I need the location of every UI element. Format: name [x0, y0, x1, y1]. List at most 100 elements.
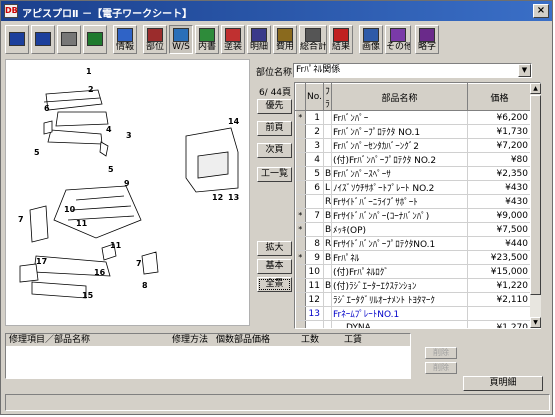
diagram-label-10: 10	[64, 205, 76, 214]
table-row[interactable]: 2 Frﾊﾞﾝﾊﾟｰﾌﾟﾛﾃｸﾀ NO.1 ¥1,730	[295, 124, 540, 139]
table-row[interactable]: R Frｻｲﾄﾞﾊﾞｰﾆﾗｲﾌﾞｻﾎﾟｰﾄ ¥430	[295, 194, 540, 209]
next-page-button[interactable]: 次頁	[257, 143, 292, 158]
diagram-label-7a: 7	[18, 215, 24, 224]
abbreviation-button[interactable]: 略字	[415, 25, 439, 54]
exit-door-icon	[87, 32, 103, 46]
worksheet-button[interactable]: W/S	[169, 25, 193, 54]
row-mark	[295, 264, 306, 279]
table-row[interactable]: 10 (付)Frﾊﾟﾈﾙﾛｸﾞ ¥15,000	[295, 264, 540, 279]
diagram-label-6: 6	[44, 104, 50, 113]
row-part-name: ﾉｲｽﾞｿｳﾁｻﾎﾟｰﾄﾌﾟﾚｰﾄ NO.2	[331, 180, 468, 195]
scroll-thumb[interactable]	[530, 95, 541, 295]
table-row[interactable]: 6 L ﾉｲｽﾞｿｳﾁｻﾎﾟｰﾄﾌﾟﾚｰﾄ NO.2 ¥430	[295, 180, 540, 195]
diagram-label-3: 3	[126, 131, 132, 140]
table-row[interactable]: 12 ﾗｼﾞｴｰﾀｸﾞﾘﾙｵｰﾅﾒﾝﾄ ﾄﾖﾀﾏｰｸ ¥2,110	[295, 292, 540, 307]
delete-all-button[interactable]: 削除	[425, 362, 457, 374]
row-mark: *	[295, 110, 306, 125]
scroll-up-icon[interactable]: ▲	[530, 83, 541, 94]
parts-diagram[interactable]: 1 2 3 4 5 5 6 7 7 8 9 10 11 11 12 13 14 …	[5, 59, 250, 326]
parts-table: No. ﾌﾗ 部品名称 価格 * 1 Frﾊﾞﾝﾊﾟｰ ¥6,200 2 Frﾊﾞﾝﾊﾟｰ…	[295, 83, 540, 328]
result-icon	[333, 28, 349, 42]
row-number	[305, 194, 324, 209]
work-list-button[interactable]: 工一覧	[257, 167, 292, 182]
zoom-base-button[interactable]: 基本	[257, 259, 292, 274]
chevron-down-icon[interactable]: ▼	[518, 64, 531, 77]
window-title: アピスプロⅡ －【電子ワークシート】	[22, 9, 193, 20]
table-row[interactable]: 3 Frﾊﾞﾝﾊﾟｰｾﾝﾀｶﾊﾞｰﾝｸﾞ2 ¥7,200	[295, 138, 540, 153]
no-column-header[interactable]: No.	[305, 83, 324, 111]
scroll-down-icon[interactable]: ▼	[530, 317, 541, 328]
row-number: 9	[305, 250, 324, 265]
zoom-in-button[interactable]: 拡大	[257, 241, 292, 256]
parts-select[interactable]: Frﾊﾟﾈﾙ関係 ▼	[293, 63, 532, 78]
row-price	[467, 306, 532, 321]
result-button[interactable]: 結果	[329, 25, 353, 54]
exit-button[interactable]	[83, 25, 107, 54]
table-row[interactable]: DYNA ¥1,270	[295, 320, 540, 328]
delete-button[interactable]: 削除	[425, 347, 457, 359]
table-row[interactable]: 5 B Frﾊﾞﾝﾊﾟｰｽﾍﾟｰｻ ¥2,350	[295, 166, 540, 181]
row-part-name: (付)ﾗｼﾞｴｰﾀｰｴｸｽﾃﾝｼｮﾝ	[331, 278, 468, 293]
row-part-name: DYNA	[331, 320, 468, 328]
table-row[interactable]: * B ﾒｯｷ(OP) ¥7,500	[295, 222, 540, 237]
total-icon	[305, 28, 321, 42]
row-flag	[323, 138, 332, 153]
bumper-spacer-part	[43, 120, 53, 135]
row-price: ¥6,200	[467, 110, 532, 125]
title-bar: DB アピスプロⅡ －【電子ワークシート】 ×	[1, 1, 552, 21]
statement-button[interactable]: 明細	[247, 25, 271, 54]
table-row[interactable]: 8 R FrｻｲﾄﾞﾊﾞﾝﾊﾟｰﾌﾟﾛﾃｸﾀNO.1 ¥440	[295, 236, 540, 251]
paint-button[interactable]: 塗装	[221, 25, 245, 54]
save-as-button[interactable]	[31, 25, 55, 54]
table-row[interactable]: * 1 Frﾊﾞﾝﾊﾟｰ ¥6,200	[295, 110, 540, 125]
parts-grid[interactable]: No. ﾌﾗ 部品名称 価格 * 1 Frﾊﾞﾝﾊﾟｰ ¥6,200 2 Frﾊﾞﾝﾊﾟｰ…	[294, 82, 541, 329]
table-row[interactable]: 11 B (付)ﾗｼﾞｴｰﾀｰｴｸｽﾃﾝｼｮﾝ ¥1,220	[295, 278, 540, 293]
diagram-label-7b: 7	[136, 259, 142, 268]
table-row[interactable]: * 9 B Frﾊﾟﾈﾙ ¥23,500	[295, 250, 540, 265]
row-number: 6	[305, 180, 324, 195]
info-button[interactable]: 情報	[113, 25, 137, 54]
col-repair-item: 修理項目／部品名称	[9, 335, 91, 345]
save-button[interactable]	[5, 25, 29, 54]
close-button[interactable]: ×	[533, 4, 549, 18]
prev-page-button[interactable]: 前頁	[257, 121, 292, 136]
row-number: 4	[305, 152, 324, 167]
row-price: ¥2,110	[467, 292, 532, 307]
image-icon	[363, 28, 379, 42]
row-flag	[323, 110, 332, 125]
zoom-full-button[interactable]: 全景	[257, 277, 292, 292]
other-button[interactable]: その他	[385, 25, 411, 54]
row-flag	[323, 292, 332, 307]
table-row[interactable]: 13 FrﾈｰﾑﾌﾟﾚｰﾄNO.1	[295, 306, 540, 321]
row-number: 1	[305, 110, 324, 125]
print-button[interactable]	[57, 25, 81, 54]
row-mark	[295, 180, 306, 195]
repair-items-panel[interactable]: 修理項目／部品名称 修理方法 個数 部品価格 工数 工賃	[5, 333, 411, 379]
row-price: ¥430	[467, 180, 532, 195]
table-row[interactable]: 4 (付)Frﾊﾞﾝﾊﾟｰﾌﾟﾛﾃｸﾀ NO.2 ¥80	[295, 152, 540, 167]
details-button[interactable]: 内書	[195, 25, 219, 54]
row-mark	[295, 152, 306, 167]
row-flag: B	[323, 250, 332, 265]
grid-scrollbar[interactable]: ▲ ▼	[530, 83, 541, 328]
repair-items-header: 修理項目／部品名称 修理方法 個数 部品価格 工数 工賃	[6, 334, 410, 346]
cost-button[interactable]: 費用	[273, 25, 297, 54]
image-button[interactable]: 画像	[359, 25, 383, 54]
save-icon	[9, 32, 25, 46]
flag-column-header[interactable]: ﾌﾗ	[323, 83, 332, 111]
print-icon	[61, 32, 77, 46]
table-row[interactable]: * 7 B Frｻｲﾄﾞﾊﾞﾝﾊﾟｰ(ｺｰﾅﾊﾞﾝﾊﾟ) ¥9,000	[295, 208, 540, 223]
row-part-name: Frｻｲﾄﾞﾊﾞﾝﾊﾟｰ(ｺｰﾅﾊﾞﾝﾊﾟ)	[331, 208, 468, 223]
row-part-name: FrｻｲﾄﾞﾊﾞﾝﾊﾟｰﾌﾟﾛﾃｸﾀNO.1	[331, 236, 468, 251]
row-number: 2	[305, 124, 324, 139]
price-column-header[interactable]: 価格	[467, 83, 532, 111]
row-number: 11	[305, 278, 324, 293]
col-part-price: 部品価格	[234, 335, 271, 345]
grid-header-row: No. ﾌﾗ 部品名称 価格	[295, 83, 540, 111]
page-detail-button[interactable]: 頁明細	[463, 376, 543, 391]
priority-button[interactable]: 優先	[257, 99, 292, 114]
parts-button[interactable]: 部位	[143, 25, 167, 54]
total-button[interactable]: 総合計	[299, 25, 327, 54]
name-column-header[interactable]: 部品名称	[331, 83, 468, 111]
other-icon	[390, 28, 406, 42]
